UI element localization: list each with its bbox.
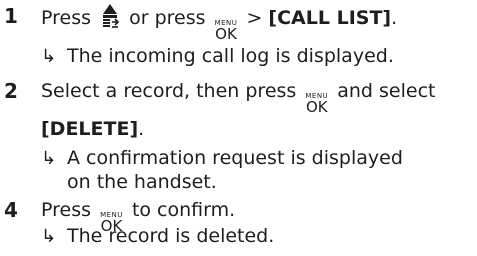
delete-label: [DELETE] xyxy=(41,118,139,140)
step-1-end: . xyxy=(391,7,398,29)
result-arrow-icon: ↳ xyxy=(41,226,57,247)
step-2-end: . xyxy=(138,118,145,140)
step-number-2: 2 xyxy=(4,79,18,103)
step-4-result: ↳ The record is deleted. xyxy=(41,224,274,249)
step-2-result-text-1: A confirmation request is displayed xyxy=(67,147,403,169)
call-list-icon xyxy=(101,4,120,36)
step-2-bold-line: [DELETE]. xyxy=(41,117,144,141)
step-2-instruction: Select a record, then press MENU OK and … xyxy=(41,79,436,116)
step-2-result: ↳ A confirmation request is displayed xyxy=(41,146,403,171)
menu-ok-key-icon: MENU OK xyxy=(305,93,328,116)
step-2-result-text-2: on the handset. xyxy=(67,171,217,193)
step-number-1: 1 xyxy=(4,4,18,28)
call-list-label: [CALL LIST] xyxy=(268,7,392,29)
step-4-result-text: The record is deleted. xyxy=(67,225,275,247)
step-2-text-after: and select xyxy=(337,80,436,102)
result-arrow-icon: ↳ xyxy=(41,148,57,169)
step-1-result-text: The incoming call log is displayed. xyxy=(67,45,394,67)
step-4-press-text: Press xyxy=(41,199,92,221)
step-2-text: Select a record, then press xyxy=(41,80,297,102)
result-arrow-icon: ↳ xyxy=(41,46,57,67)
step-1-or-press-text: or press xyxy=(129,7,206,29)
step-4-text-after: to confirm. xyxy=(131,199,236,221)
menu-key-bottom: OK xyxy=(305,98,328,116)
step-1-gt: > xyxy=(246,7,263,29)
step-2-result-cont: on the handset. xyxy=(67,170,217,194)
step-1-result: ↳ The incoming call log is displayed. xyxy=(41,44,394,69)
step-1-press-text: Press xyxy=(41,7,92,29)
menu-ok-key-icon: MENU OK xyxy=(215,20,238,43)
step-1-instruction: Press or press MENU OK > [CALL LIST]. xyxy=(41,4,398,43)
menu-key-bottom: OK xyxy=(215,25,237,43)
step-number-4: 4 xyxy=(4,198,18,222)
